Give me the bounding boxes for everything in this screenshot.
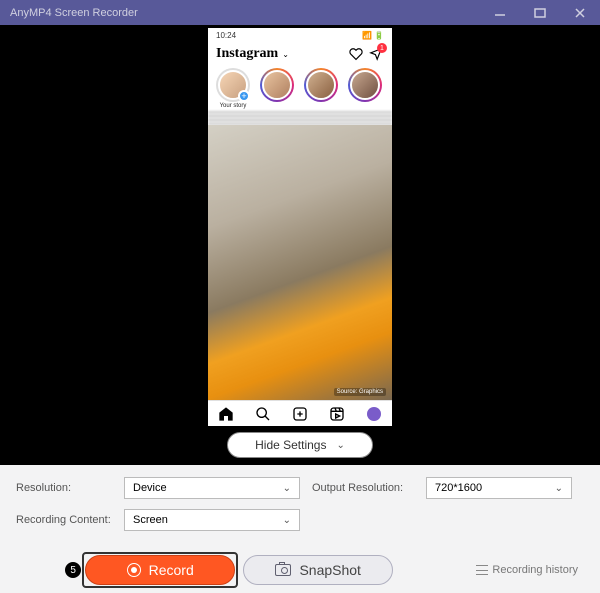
snapshot-button[interactable]: SnapShot <box>243 555 393 585</box>
activity-heart-icon[interactable] <box>348 46 364 62</box>
instagram-header: Instagram ⌄ 1 <box>208 42 392 66</box>
phone-status-bar: 10:24 📶🔋 <box>208 28 392 42</box>
chevron-down-icon: ⌄ <box>282 50 289 59</box>
chevron-down-icon: ⌄ <box>555 483 563 494</box>
story-item[interactable] <box>302 68 340 109</box>
home-icon[interactable] <box>217 405 235 423</box>
search-icon[interactable] <box>254 405 272 423</box>
stories-row[interactable]: + Your story <box>208 66 392 111</box>
status-time: 10:24 <box>216 31 360 40</box>
phone-preview: 10:24 📶🔋 Instagram ⌄ 1 + Your story <box>208 28 392 426</box>
instagram-logo: Instagram <box>216 46 278 62</box>
list-icon <box>476 565 488 575</box>
add-post-icon[interactable] <box>291 405 309 423</box>
recording-content-select[interactable]: Screen ⌄ <box>124 509 300 531</box>
title-bar: AnyMP4 Screen Recorder <box>0 0 600 25</box>
add-story-plus-icon: + <box>238 90 250 102</box>
profile-icon[interactable] <box>365 405 383 423</box>
hide-settings-button[interactable]: Hide Settings ⌄ <box>227 432 373 458</box>
your-story[interactable]: + Your story <box>214 68 252 109</box>
chevron-down-icon: ⌄ <box>336 440 344 451</box>
output-resolution-label: Output Resolution: <box>308 482 418 494</box>
record-dot-icon <box>127 563 141 577</box>
post-header-blurred <box>208 111 392 125</box>
chevron-down-icon: ⌄ <box>283 515 291 526</box>
recording-content-label: Recording Content: <box>16 514 116 526</box>
step-number-badge: 5 <box>65 562 81 578</box>
resolution-select[interactable]: Device ⌄ <box>124 477 300 499</box>
bottom-nav <box>208 400 392 426</box>
close-button[interactable] <box>560 0 600 25</box>
maximize-button[interactable] <box>520 0 560 25</box>
output-resolution-select[interactable]: 720*1600 ⌄ <box>426 477 572 499</box>
dm-badge: 1 <box>377 43 387 53</box>
camera-icon <box>275 564 291 576</box>
post-image[interactable]: Source: Graphics <box>208 125 392 400</box>
app-title: AnyMP4 Screen Recorder <box>10 7 138 19</box>
action-bar: 5 Record SnapShot Recording history <box>0 551 600 593</box>
watermark: Source: Graphics <box>334 388 386 396</box>
status-icons: 📶🔋 <box>360 31 384 40</box>
record-button[interactable]: Record <box>85 555 235 585</box>
resolution-label: Resolution: <box>16 482 116 494</box>
minimize-button[interactable] <box>480 0 520 25</box>
preview-workspace: 10:24 📶🔋 Instagram ⌄ 1 + Your story <box>0 25 600 465</box>
messages-icon[interactable]: 1 <box>368 46 384 62</box>
recording-history-link[interactable]: Recording history <box>470 560 584 580</box>
story-item[interactable] <box>346 68 384 109</box>
settings-panel: Resolution: Device ⌄ Output Resolution: … <box>0 465 600 551</box>
reels-icon[interactable] <box>328 405 346 423</box>
story-item[interactable] <box>258 68 296 109</box>
chevron-down-icon: ⌄ <box>283 483 291 494</box>
